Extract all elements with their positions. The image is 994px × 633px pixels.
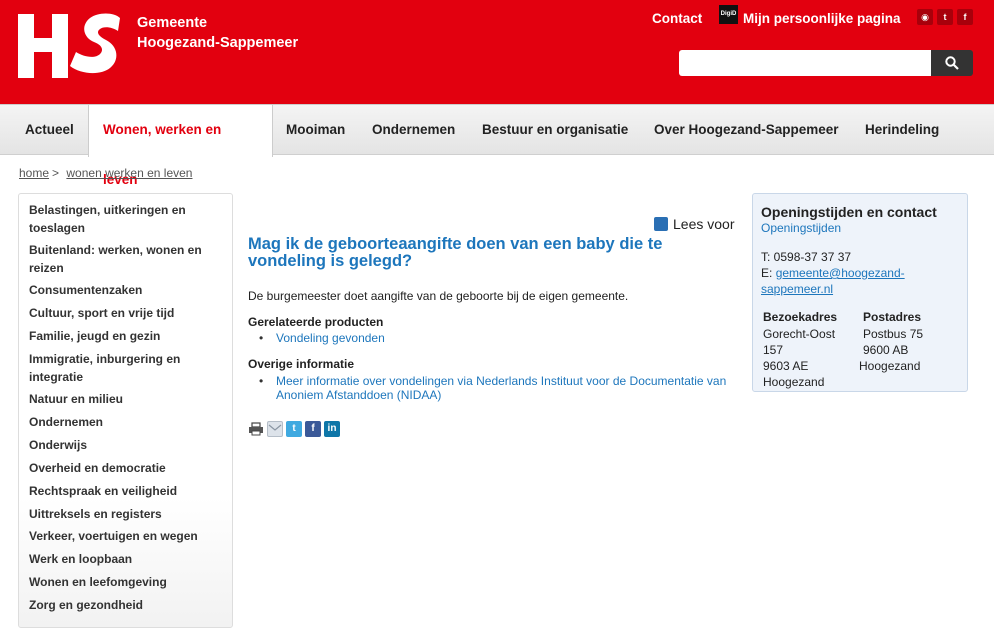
email-link[interactable]: gemeente@hoogezand-sappemeer.nl — [761, 266, 905, 296]
municipality-name[interactable]: Gemeente Hoogezand-Sappemeer — [137, 13, 298, 53]
sidebar-item-verkeer[interactable]: Verkeer, voertuigen en wegen — [29, 527, 225, 545]
phone-number: T: 0598-37 37 37 — [761, 250, 852, 264]
sidebar-item-cultuur[interactable]: Cultuur, sport en vrije tijd — [29, 304, 225, 322]
sidebar-item-zorg[interactable]: Zorg en gezondheid — [29, 596, 225, 614]
contact-box-title: Openingstijden en contact — [761, 204, 937, 220]
sidebar-item-uittreksels[interactable]: Uittreksels en registers — [29, 505, 225, 523]
other-info-heading: Overige informatie — [248, 357, 355, 371]
rss-icon[interactable]: ◉ — [917, 9, 933, 25]
read-aloud-label: Lees voor — [673, 216, 735, 232]
search-button[interactable] — [931, 50, 973, 76]
visit-address-line: 157 — [763, 343, 784, 357]
search-input[interactable] — [679, 50, 931, 76]
sidebar-item-werk[interactable]: Werk en loopbaan — [29, 550, 225, 568]
print-icon[interactable] — [248, 421, 264, 437]
brand-line-2: Hoogezand-Sappemeer — [137, 35, 299, 51]
other-link-nidaa[interactable]: Meer informatie over vondelingen via Ned… — [262, 374, 742, 402]
visit-address-line: 9603 AE — [763, 359, 809, 373]
digid-icon[interactable]: DigiD — [719, 5, 738, 24]
email-line: E: gemeente@hoogezand-sappemeer.nl — [761, 265, 951, 297]
postal-address-line: 9600 AB — [863, 343, 909, 357]
related-products-heading: Gerelateerde producten — [248, 315, 384, 329]
facebook-icon[interactable]: f — [957, 9, 973, 25]
brand-line-1: Gemeente — [137, 15, 208, 31]
sidebar-item-wonen[interactable]: Wonen en leefomgeving — [29, 573, 225, 591]
site-header: Gemeente Hoogezand-Sappemeer Contact Dig… — [0, 0, 994, 104]
email-icon[interactable] — [267, 421, 283, 437]
breadcrumb-current[interactable]: wonen werken en leven — [66, 166, 192, 180]
visit-address-line: Gorecht-Oost — [763, 327, 836, 341]
breadcrumb-home[interactable]: home — [19, 166, 49, 180]
sidebar-item-familie[interactable]: Familie, jeugd en gezin — [29, 327, 225, 345]
facebook-share-icon[interactable]: f — [305, 421, 321, 437]
sidebar-item-onderwijs[interactable]: Onderwijs — [29, 436, 225, 454]
nav-actueel[interactable]: Actueel — [25, 105, 74, 155]
nav-ondernemen[interactable]: Ondernemen — [372, 105, 455, 155]
list-item: Vondeling gevonden — [259, 331, 385, 345]
contact-box: Openingstijden en contact Openingstijden… — [752, 193, 968, 392]
speaker-icon — [654, 217, 668, 231]
list-item: Meer informatie over vondelingen via Ned… — [259, 374, 742, 402]
opening-hours-link[interactable]: Openingstijden — [761, 221, 841, 235]
nav-wonen-werken-leven[interactable]: Wonen, werken en leven — [88, 105, 273, 187]
contact-link[interactable]: Contact — [652, 11, 702, 26]
sidebar-item-overheid[interactable]: Overheid en democratie — [29, 459, 225, 477]
lead-text: De burgemeester doet aangifte van de geb… — [248, 289, 629, 303]
sidebar-item-immigratie[interactable]: Immigratie, inburgering en integratie — [29, 350, 225, 386]
read-aloud-button[interactable]: Lees voor — [654, 216, 734, 232]
page-title: Mag ik de geboorteaangifte doen van een … — [248, 235, 663, 270]
sidebar-item-ondernemen[interactable]: Ondernemen — [29, 413, 225, 431]
related-link-vondeling[interactable]: Vondeling gevonden — [262, 331, 385, 345]
breadcrumb-separator: > — [52, 166, 60, 180]
postal-address-heading: Postadres — [863, 310, 922, 324]
nav-over-hoogezand-sappemeer[interactable]: Over Hoogezand-Sappemeer — [654, 105, 839, 155]
my-page-link[interactable]: Mijn persoonlijke pagina — [743, 11, 901, 26]
nav-mooiman[interactable]: Mooiman — [286, 105, 345, 155]
sidebar-item-consumentenzaken[interactable]: Consumentenzaken — [29, 281, 225, 299]
sidebar-item-buitenland[interactable]: Buitenland: werken, wonen en reizen — [29, 241, 225, 277]
search-icon — [945, 56, 959, 70]
sidebar-item-natuur[interactable]: Natuur en milieu — [29, 390, 225, 408]
main-navigation: Actueel Wonen, werken en leven Mooiman O… — [0, 104, 994, 187]
postal-address-line: Hoogezand — [859, 359, 921, 373]
email-prefix: E: — [761, 266, 773, 280]
sidebar-menu: Belastingen, uitkeringen en toeslagen Bu… — [18, 193, 233, 628]
sidebar-item-rechtspraak[interactable]: Rechtspraak en veiligheid — [29, 482, 225, 500]
linkedin-share-icon[interactable]: in — [324, 421, 340, 437]
twitter-share-icon[interactable]: t — [286, 421, 302, 437]
nav-bestuur-organisatie[interactable]: Bestuur en organisatie — [482, 105, 628, 155]
visit-address-heading: Bezoekadres — [763, 310, 838, 324]
nav-herindeling[interactable]: Herindeling — [865, 105, 939, 155]
twitter-icon[interactable]: t — [937, 9, 953, 25]
visit-address-line: Hoogezand — [763, 375, 825, 389]
breadcrumb: home > wonen werken en leven — [19, 166, 192, 180]
hs-logo[interactable] — [16, 10, 124, 82]
postal-address-line: Postbus 75 — [863, 327, 924, 341]
sidebar-item-belastingen[interactable]: Belastingen, uitkeringen en toeslagen — [29, 201, 225, 237]
